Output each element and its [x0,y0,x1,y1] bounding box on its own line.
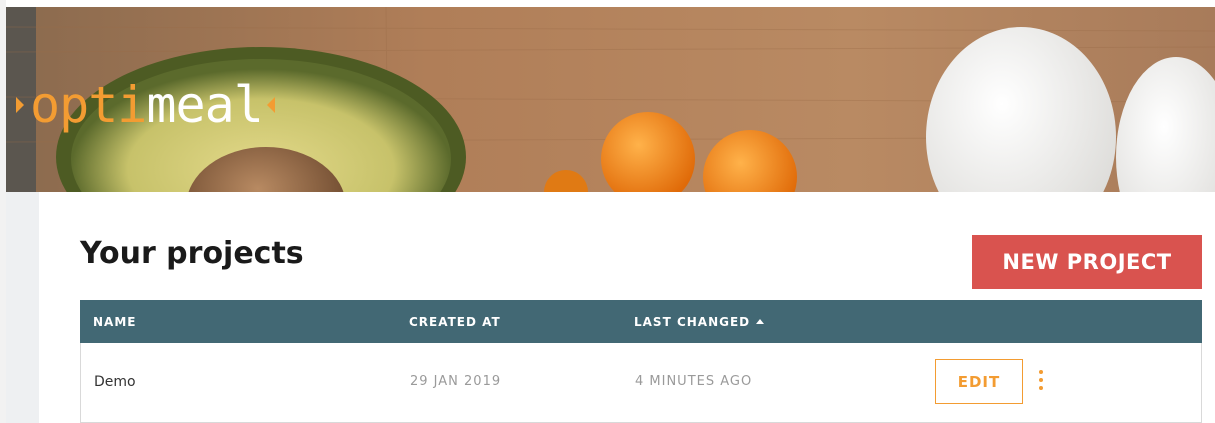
left-gutter [6,192,39,423]
column-header-created-at[interactable]: CREATED AT [409,300,501,343]
logo-text-opti: opti [30,76,147,134]
project-last-changed: 4 MINUTES AGO [635,374,753,389]
column-header-created-at-label: CREATED AT [409,315,501,329]
column-header-last-changed[interactable]: LAST CHANGED [634,300,765,343]
logo-text: optimeal [30,76,264,134]
logo-chevron-left-icon [266,97,275,113]
edit-button[interactable]: EDIT [935,359,1023,404]
new-project-button[interactable]: NEW PROJECT [972,235,1202,289]
page-title: Your projects [80,236,304,271]
more-dot [1039,370,1043,374]
project-name[interactable]: Demo [94,343,136,421]
more-dot [1039,386,1043,390]
column-header-name-label: NAME [93,315,137,329]
more-dot [1039,378,1043,382]
logo-text-meal: meal [146,76,263,134]
column-header-last-changed-label: LAST CHANGED [634,315,751,329]
more-vertical-icon[interactable] [1033,370,1049,396]
sort-up-icon [756,319,765,324]
logo-chevron-right-icon [16,97,24,113]
optimeal-logo[interactable]: optimeal [16,77,275,133]
project-created-at: 29 JAN 2019 [410,374,502,389]
header-banner: optimeal [6,7,1215,192]
projects-table: NAME CREATED AT LAST CHANGED Demo 29 JAN… [80,300,1202,423]
table-header: NAME CREATED AT LAST CHANGED [80,300,1202,343]
column-header-name[interactable]: NAME [93,300,136,343]
